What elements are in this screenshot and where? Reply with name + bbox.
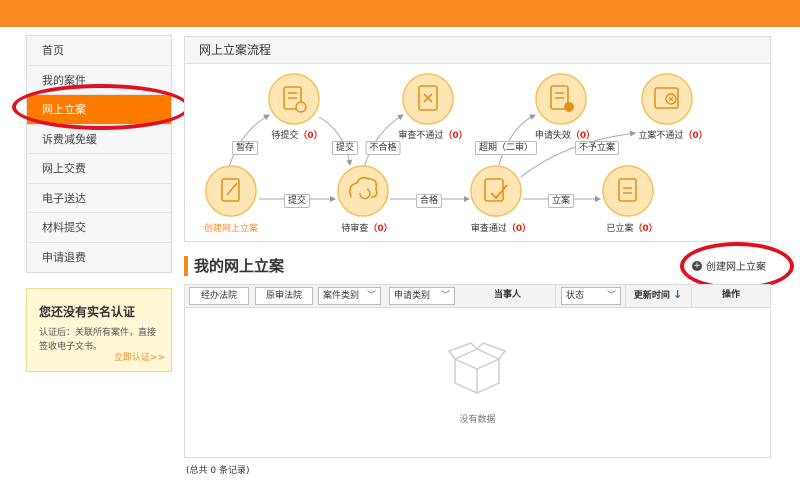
edge-tag-fail: 不合格 (365, 141, 401, 155)
sidebar-item-online-payment[interactable]: 网上交费 (27, 154, 171, 184)
edge-tag-submit-create: 提交 (283, 194, 311, 208)
sidebar-item-label: 申请退费 (42, 250, 86, 264)
filings-table: 经办法院 原审法院 案件类别 申请类别 当事人 状态 更新时间 ↓ 操作 没有数… (184, 284, 771, 458)
node-review-passed-label[interactable]: 审查通过（0） (471, 221, 531, 234)
sidebar-item-label: 首页 (42, 44, 64, 57)
node-pending-submit-label[interactable]: 待提交（0） (271, 128, 322, 141)
edge-tag-no-file: 不予立案 (574, 141, 620, 155)
column-party-header: 当事人 (493, 290, 521, 300)
node-apply-invalid-icon (535, 73, 587, 125)
filing-flow-panel: 网上立案流程 创建网上立案 待提交（0） 审查不通过（0） 待审查（0） 审查通… (184, 36, 771, 242)
sidebar-item-refund[interactable]: 申请退费 (27, 242, 171, 272)
column-original-court-button[interactable]: 原审法院 (255, 287, 313, 305)
update-time-label: 更新时间 (633, 291, 670, 301)
create-filing-button-label: 创建网上立案 (706, 262, 766, 273)
edge-tag-pass: 合格 (415, 194, 443, 208)
sidebar-item-home[interactable]: 首页 (27, 36, 171, 66)
node-review-failed-icon (402, 73, 454, 125)
table-header: 经办法院 原审法院 案件类别 申请类别 当事人 状态 更新时间 ↓ 操作 (185, 285, 770, 308)
column-apply-type-select[interactable]: 申请类别 (389, 287, 455, 305)
node-filed-label[interactable]: 已立案（0） (606, 221, 657, 234)
sidebar-item-label: 网上立案 (42, 103, 86, 116)
top-banner (0, 0, 800, 27)
node-filed-icon (602, 165, 654, 217)
sidebar-item-my-cases[interactable]: 我的案件 (27, 65, 171, 95)
column-status-select[interactable]: 状态 (561, 287, 621, 305)
sidebar-item-label: 诉费减免缓 (42, 132, 97, 146)
column-divider (555, 285, 556, 308)
edge-tag-submit: 提交 (331, 141, 359, 155)
edge-tag-overdue: 超期（二审） (474, 141, 538, 155)
column-case-type-select[interactable]: 案件类别 (318, 287, 381, 305)
node-create-icon (205, 165, 257, 217)
edge-tag-save: 暂存 (231, 141, 259, 155)
column-action-header: 操作 (721, 290, 740, 300)
sidebar-item-label: 材料提交 (42, 221, 86, 234)
node-review-failed-label[interactable]: 审查不通过（0） (398, 128, 467, 141)
sidebar-item-label: 电子送达 (42, 191, 86, 205)
node-pending-review-label[interactable]: 待审查（0） (341, 221, 392, 234)
node-review-passed-icon (470, 165, 522, 217)
empty-box-icon (447, 342, 507, 394)
node-apply-invalid-label[interactable]: 申请失效（0） (535, 128, 595, 141)
sidebar-nav: 首页 我的案件 网上立案 诉费减免缓 网上交费 电子送达 材料提交 申请退费 (26, 35, 172, 273)
sort-arrow-icon: ↓ (672, 288, 683, 301)
node-create-label[interactable]: 创建网上立案 (204, 221, 258, 234)
my-filings-title: 我的网上立案 (184, 256, 284, 276)
total-records: (总共 0 条记录) (186, 466, 250, 476)
auth-desc-line1: 认证后：关联所有案件，直接 (39, 328, 157, 338)
node-not-filed-label[interactable]: 立案不通过（0） (638, 128, 707, 141)
plus-circle-icon: + (692, 260, 702, 271)
edge-passed-to-invalid (498, 114, 536, 166)
sidebar-item-label: 我的案件 (42, 73, 86, 87)
column-divider (691, 285, 692, 308)
column-court-button[interactable]: 经办法院 (189, 287, 249, 305)
node-not-filed-icon (641, 73, 693, 125)
auth-title: 您还没有实名认证 (39, 305, 136, 319)
edge-review-to-failed (364, 114, 404, 166)
column-update-time-header[interactable]: 更新时间 ↓ (629, 287, 687, 305)
create-filing-button[interactable]: + 创建网上立案 (692, 258, 766, 273)
node-pending-submit-icon (268, 73, 320, 125)
sidebar-item-e-delivery[interactable]: 电子送达 (27, 183, 171, 213)
sidebar-item-material-submit[interactable]: 材料提交 (27, 213, 171, 243)
auth-now-link[interactable]: 立即认证>> (114, 350, 165, 363)
sidebar-item-online-filing[interactable]: 网上立案 (27, 95, 171, 125)
node-pending-review-icon (337, 165, 389, 217)
real-name-auth-box: 您还没有实名认证 认证后：关联所有案件，直接 签收电子文书。 立即认证>> (26, 288, 172, 372)
sidebar-item-fee-reduction[interactable]: 诉费减免缓 (27, 124, 171, 154)
sidebar-item-label: 网上交费 (42, 162, 86, 175)
empty-data-text: 没有数据 (459, 415, 496, 425)
column-divider (625, 285, 626, 308)
edge-tag-file: 立案 (547, 194, 575, 208)
